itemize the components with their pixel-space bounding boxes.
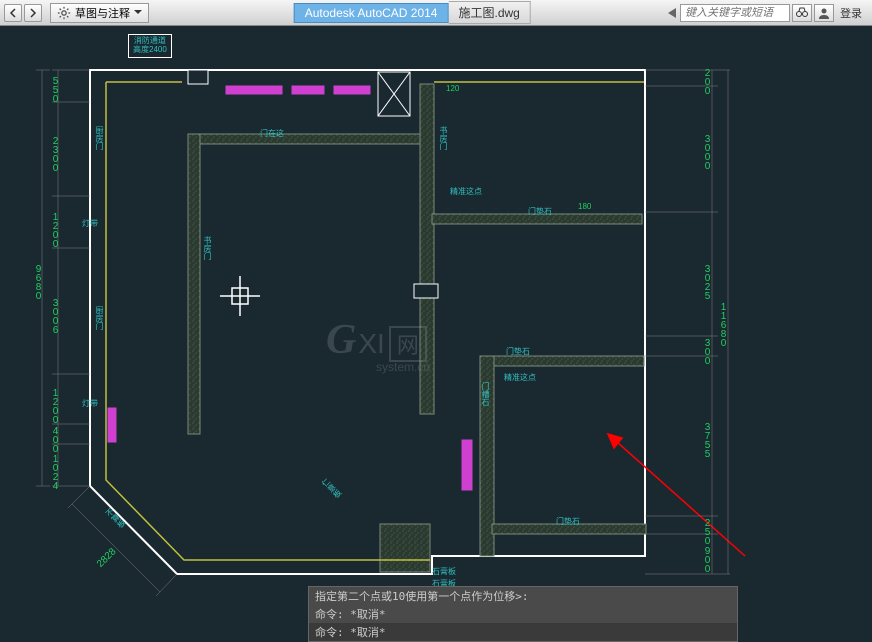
dim-right-3: 300 [702, 338, 713, 365]
label-light-2: 灯带 [82, 398, 98, 409]
search-block: 登录 [668, 4, 866, 22]
dim-top-inner: 120 [446, 84, 459, 93]
dim-right-2: 3025 [702, 264, 713, 300]
command-panel[interactable]: 指定第二个点或10使用第一个点作为位移>: 命令: *取消* 命令: *取消* [308, 586, 738, 642]
chevron-down-icon [134, 10, 142, 16]
label-door-center: 门在这 [260, 128, 284, 139]
label-light-1: 灯带 [82, 218, 98, 229]
vlabel-4: 书房门 [202, 236, 213, 260]
label-slot-1: 石膏板 [432, 566, 456, 577]
dim-right-total: 11680 [718, 302, 729, 347]
search-button[interactable] [792, 4, 812, 22]
vlabel-6: 仁意板 [319, 476, 344, 501]
label-door-pad-3: 门垫石 [528, 206, 552, 217]
nav-back-button[interactable] [4, 4, 22, 22]
label-point-2: 精准这点 [504, 372, 536, 383]
dim-right-5: 250 [702, 518, 713, 545]
label-door-pad-1: 门垫石 [506, 346, 530, 357]
watermark: G XI 网 system.co [326, 316, 427, 364]
dim-left-1: 2300 [50, 136, 61, 172]
dim-right-4: 3755 [702, 422, 713, 458]
workspace-dropdown[interactable]: 草图与注释 [50, 3, 149, 23]
dim-right-0: 200 [702, 68, 713, 95]
drawing-canvas[interactable]: 550 2300 1200 3006 1200 400 1024 9680 20… [0, 26, 872, 642]
gear-icon [57, 6, 71, 20]
user-button[interactable] [814, 4, 834, 22]
vlabel-1: 厨房门 [94, 126, 105, 150]
dim-right-6: 900 [702, 546, 713, 573]
app-name: Autodesk AutoCAD 2014 [294, 3, 449, 23]
user-icon [818, 7, 830, 19]
title-block: Autodesk AutoCAD 2014 施工图.dwg [294, 0, 531, 25]
dim-left-5: 400 [50, 426, 61, 453]
cmd-input[interactable]: 命令: *取消* [309, 623, 737, 641]
dim-left-6: 1024 [50, 454, 61, 490]
search-expand-icon[interactable] [668, 8, 676, 18]
nav-fwd-button[interactable] [24, 4, 42, 22]
vlabel-7: 不算板 [103, 506, 128, 531]
dim-left-3: 3006 [50, 298, 61, 334]
workspace-label: 草图与注释 [75, 5, 130, 21]
vlabel-5: 门槽石 [480, 382, 491, 406]
vlabel-2: 厨房门 [94, 306, 105, 330]
floor-plan [0, 26, 872, 642]
dim-left-total: 9680 [33, 264, 44, 300]
callout-fire-exit: 消防通道 高度2400 [128, 34, 172, 58]
vlabel-3: 书房门 [438, 126, 449, 150]
nav-arrows [0, 4, 46, 22]
binoculars-icon [796, 7, 808, 19]
search-input[interactable] [680, 4, 790, 22]
login-label[interactable]: 登录 [836, 5, 866, 21]
dim-mid-inner: 180 [578, 202, 591, 211]
file-name: 施工图.dwg [448, 1, 530, 24]
dim-right-1: 3000 [702, 134, 713, 170]
cmd-history-2: 命令: *取消* [309, 605, 737, 623]
titlebar: 草图与注释 Autodesk AutoCAD 2014 施工图.dwg 登录 [0, 0, 872, 26]
dim-diag: 2828 [95, 546, 119, 570]
dim-left-0: 550 [50, 76, 61, 103]
dim-left-4: 1200 [50, 388, 61, 424]
dim-left-2: 1200 [50, 212, 61, 248]
label-point-1: 精准这点 [450, 186, 482, 197]
cmd-history-1: 指定第二个点或10使用第一个点作为位移>: [309, 587, 737, 605]
label-door-pad-2: 门垫石 [556, 516, 580, 527]
